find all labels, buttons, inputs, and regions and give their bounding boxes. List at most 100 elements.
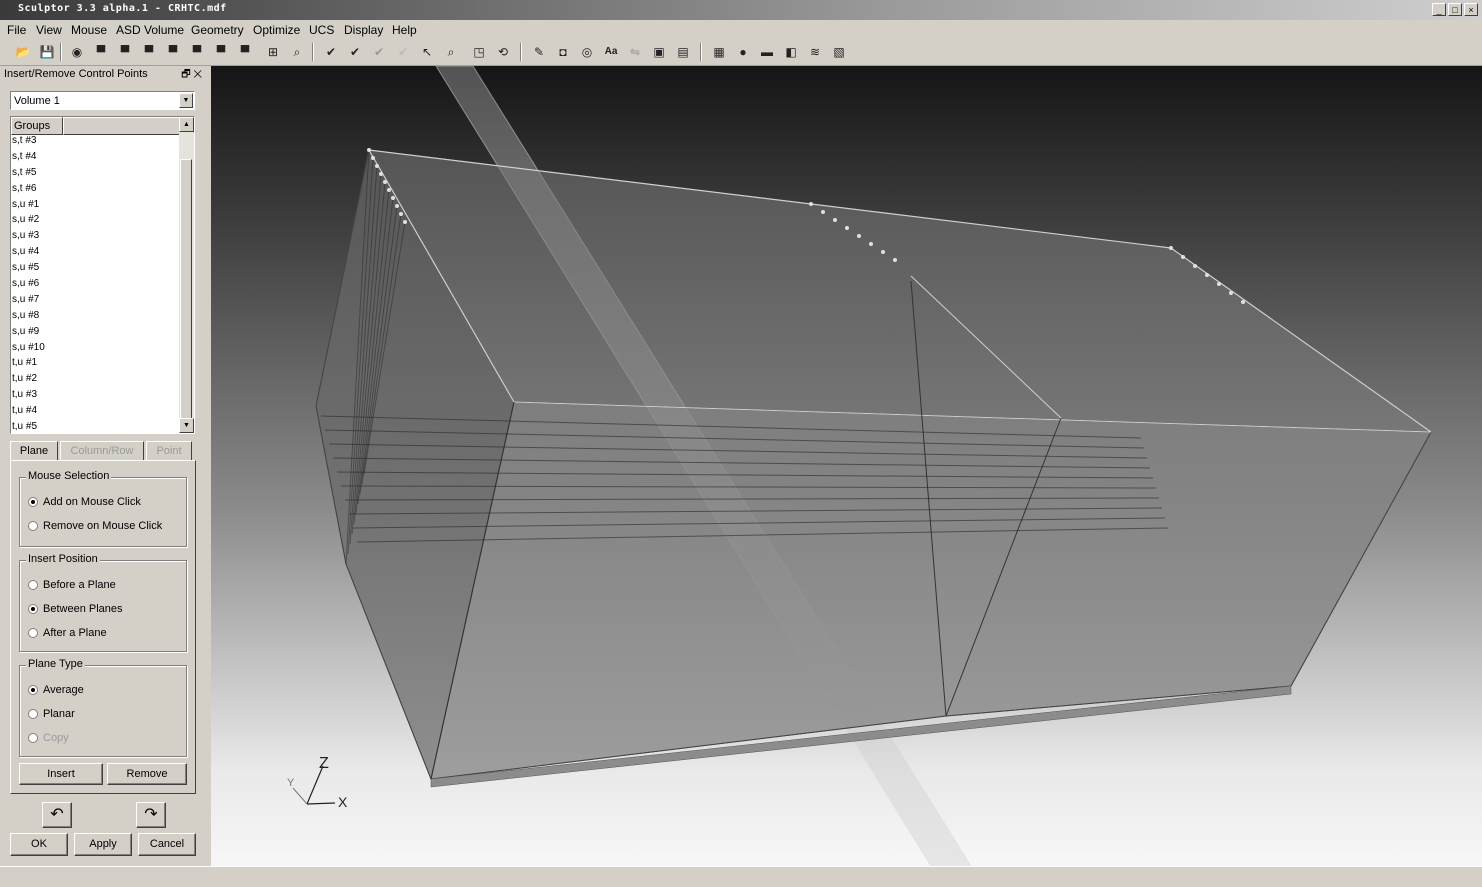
list-item[interactable]: s,t #3: [12, 133, 45, 149]
view-6-icon[interactable]: ▀: [212, 43, 230, 61]
zoom-select-icon[interactable]: ⌕: [442, 43, 460, 61]
list-item[interactable]: t,u #3: [12, 387, 45, 403]
radio-indicator[interactable]: [28, 709, 38, 719]
list-item[interactable]: s,t #6: [12, 181, 45, 197]
list-item[interactable]: s,u #10: [12, 340, 45, 356]
target-icon[interactable]: ◎: [578, 43, 596, 61]
scroll-thumb[interactable]: [180, 159, 192, 424]
panel-close-icon[interactable]: ✕: [193, 69, 202, 80]
apply-button[interactable]: Apply: [74, 833, 132, 856]
radio-indicator[interactable]: [28, 580, 38, 590]
pointer-icon[interactable]: ↖: [418, 43, 436, 61]
hatch-icon[interactable]: ▧: [830, 43, 848, 61]
view-4-icon[interactable]: ▀: [164, 43, 182, 61]
scroll-down-icon[interactable]: ▼: [179, 418, 194, 433]
layer-icon[interactable]: ▣: [650, 43, 668, 61]
menu-optimize[interactable]: Optimize: [253, 23, 300, 37]
radio-indicator[interactable]: [28, 628, 38, 638]
view-1-icon[interactable]: ▀: [92, 43, 110, 61]
tab-column-row[interactable]: Column/Row: [60, 441, 144, 461]
radio-indicator[interactable]: [28, 685, 38, 695]
menu-help[interactable]: Help: [392, 23, 417, 37]
radio-indicator[interactable]: [28, 497, 38, 507]
check-alt-icon[interactable]: ✔: [346, 43, 364, 61]
groups-list[interactable]: Groups s,t #3 s,t #4 s,t #5 s,t #6 s,u #1 s,u…: [10, 116, 195, 434]
3d-viewport[interactable]: Z X Y: [211, 66, 1482, 866]
radio-planar[interactable]: Planar: [28, 708, 75, 720]
radio-average[interactable]: Average: [28, 684, 84, 696]
menu-ucs[interactable]: UCS: [309, 23, 334, 37]
radio-add-on-click[interactable]: Add on Mouse Click: [28, 496, 141, 508]
fit-icon[interactable]: ◳: [470, 43, 488, 61]
chevron-down-icon[interactable]: ▼: [179, 93, 193, 108]
list-item[interactable]: s,u #9: [12, 324, 45, 340]
save-icon[interactable]: 💾: [38, 43, 56, 61]
check-dim-icon[interactable]: ✔: [370, 43, 388, 61]
camera-icon[interactable]: ◘: [554, 43, 572, 61]
list-item[interactable]: s,u #4: [12, 244, 45, 260]
view-5-icon[interactable]: ▀: [188, 43, 206, 61]
eye-icon[interactable]: ◉: [68, 43, 86, 61]
window-titlebar[interactable]: Sculptor 3.3 alpha.1 - CRHTC.mdf _ □ ×: [0, 0, 1482, 20]
list-item[interactable]: s,u #6: [12, 276, 45, 292]
list-item[interactable]: t,u #4: [12, 403, 45, 419]
radio-indicator[interactable]: [28, 604, 38, 614]
radio-remove-on-click[interactable]: Remove on Mouse Click: [28, 520, 162, 532]
radio-before-plane[interactable]: Before a Plane: [28, 579, 116, 591]
table-icon[interactable]: ▦: [710, 43, 728, 61]
tab-point[interactable]: Point: [146, 441, 192, 461]
stack-icon[interactable]: ▤: [674, 43, 692, 61]
radio-between-planes[interactable]: Between Planes: [28, 603, 123, 615]
scroll-up-icon[interactable]: ▲: [179, 117, 194, 132]
undo-button[interactable]: ↶: [42, 802, 72, 828]
redo-button[interactable]: ↷: [136, 802, 166, 828]
minimize-button[interactable]: _: [1432, 3, 1446, 16]
menu-mouse[interactable]: Mouse: [71, 23, 107, 37]
list-item[interactable]: t,u #1: [12, 355, 45, 371]
dock-icon[interactable]: 🗗: [181, 69, 190, 80]
groups-scrollbar[interactable]: ▲ ▼: [179, 117, 194, 433]
list-item[interactable]: s,t #5: [12, 165, 45, 181]
cancel-button[interactable]: Cancel: [138, 833, 196, 856]
mirror-icon[interactable]: ⇋: [626, 43, 644, 61]
menu-view[interactable]: View: [36, 23, 62, 37]
view-3-icon[interactable]: ▀: [140, 43, 158, 61]
close-button[interactable]: ×: [1464, 3, 1478, 16]
list-item[interactable]: s,u #5: [12, 260, 45, 276]
wave-icon[interactable]: ≋: [806, 43, 824, 61]
insert-button[interactable]: Insert: [19, 763, 103, 785]
list-item[interactable]: s,u #7: [12, 292, 45, 308]
car-icon[interactable]: ▬: [758, 43, 776, 61]
text-icon[interactable]: Aa: [602, 43, 620, 61]
check-icon[interactable]: ✔: [322, 43, 340, 61]
list-item[interactable]: s,u #2: [12, 212, 45, 228]
pen-icon[interactable]: ✎: [530, 43, 548, 61]
list-item[interactable]: s,u #8: [12, 308, 45, 324]
export-icon[interactable]: ◧: [782, 43, 800, 61]
list-item[interactable]: s,u #1: [12, 197, 45, 213]
control-point: [379, 172, 383, 176]
open-icon[interactable]: 📂: [14, 43, 32, 61]
list-item[interactable]: t,u #2: [12, 371, 45, 387]
view-7-icon[interactable]: ▀: [236, 43, 254, 61]
maximize-button[interactable]: □: [1448, 3, 1462, 16]
menu-file[interactable]: File: [7, 23, 26, 37]
grid-icon[interactable]: ⊞: [264, 43, 282, 61]
remove-button[interactable]: Remove: [107, 763, 187, 785]
view-2-icon[interactable]: ▀: [116, 43, 134, 61]
menu-display[interactable]: Display: [344, 23, 383, 37]
volume-select[interactable]: Volume 1 ▼: [10, 91, 195, 110]
zoom-icon[interactable]: ⌕: [288, 43, 306, 61]
radio-indicator[interactable]: [28, 521, 38, 531]
ok-button[interactable]: OK: [10, 833, 68, 856]
menu-geometry[interactable]: Geometry: [191, 23, 244, 37]
menu-asd-volume[interactable]: ASD Volume: [116, 23, 184, 37]
tab-plane[interactable]: Plane: [10, 441, 58, 461]
rotate-icon[interactable]: ⟲: [494, 43, 512, 61]
list-item[interactable]: s,t #4: [12, 149, 45, 165]
list-item[interactable]: s,u #3: [12, 228, 45, 244]
sphere-icon[interactable]: ●: [734, 43, 752, 61]
list-item[interactable]: t,u #5: [12, 419, 45, 433]
radio-after-plane[interactable]: After a Plane: [28, 627, 107, 639]
toolbar-separator: [60, 43, 62, 61]
